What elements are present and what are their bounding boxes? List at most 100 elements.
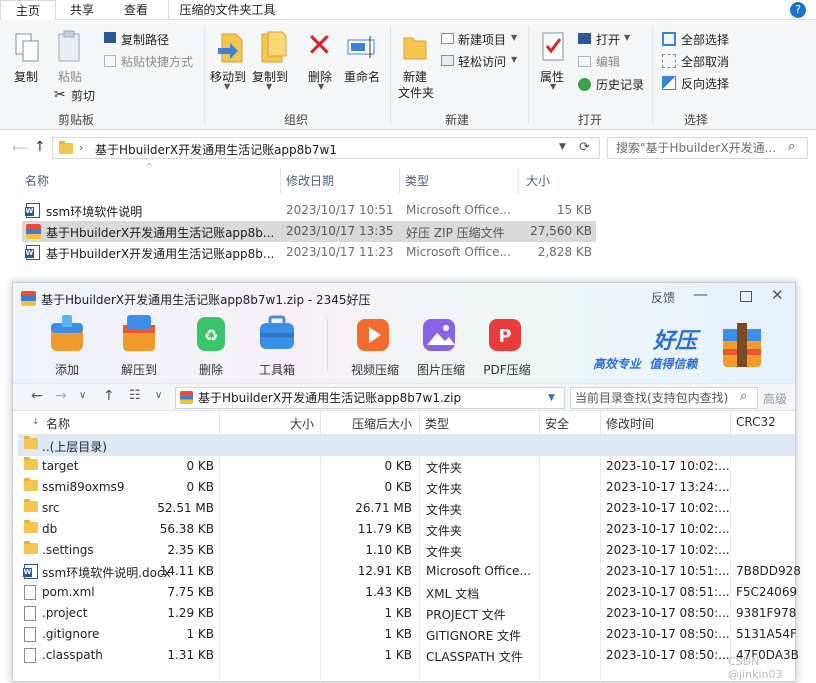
row-modified: 2023-10-17 10:02:... [606, 522, 730, 536]
invert-selection-button[interactable]: 反向选择 [681, 75, 729, 92]
archive-row[interactable]: .project 1.29 KB 1 KB PROJECT 文件 2023-10-17 … [18, 603, 797, 624]
column-divider[interactable] [219, 411, 220, 435]
file-row-selected[interactable]: 基于HbuilderX开发通用生活记账app8b... 2023/10/17 1… [22, 221, 596, 242]
image-compress-button[interactable]: 图片压缩 [406, 361, 476, 378]
file-row[interactable]: 基于HbuilderX开发通用生活记账app8b... 2023/10/17 1… [22, 242, 596, 263]
row-crc32: 7B8DD928 [736, 564, 801, 578]
close-icon[interactable]: ✕ [771, 286, 784, 304]
column-divider[interactable] [399, 168, 400, 194]
pdf-compress-button[interactable]: PDF压缩 [472, 361, 542, 378]
forward-arrow-icon[interactable]: → [55, 388, 67, 404]
column-name[interactable]: 名称 [25, 172, 49, 189]
archive-search-input[interactable]: 当前目录查找(支持包内查找) [570, 387, 758, 409]
open-button[interactable]: 打开 [596, 31, 620, 48]
view-mode-icon[interactable]: ☷ [129, 388, 141, 403]
help-icon[interactable]: ? [790, 2, 806, 18]
paste-shortcut-button[interactable]: 粘贴快捷方式 [121, 53, 193, 70]
up-arrow-icon[interactable]: ↑ [34, 139, 46, 155]
row-name: .gitignore [42, 627, 100, 641]
column-modified[interactable]: 修改时间 [606, 415, 654, 432]
advanced-search-button[interactable]: 高级 [763, 390, 787, 407]
add-icon[interactable] [47, 313, 87, 355]
select-all-button[interactable]: 全部选择 [681, 31, 729, 48]
column-divider[interactable] [730, 411, 731, 435]
feedback-link[interactable]: 反馈 [651, 289, 675, 306]
copy-path-button[interactable]: 复制路径 [121, 31, 169, 48]
video-compress-icon[interactable] [353, 313, 393, 355]
archive-row[interactable]: .classpath 1.31 KB 1 KB CLASSPATH 文件 2023-10… [18, 645, 799, 666]
column-packed-size[interactable]: 压缩后大小 [352, 415, 412, 432]
minimize-icon[interactable]: — [693, 285, 708, 303]
maximize-icon[interactable] [740, 291, 752, 302]
archive-row[interactable]: .gitignore 1 KB 1 KB GITIGNORE 文件 2023-10-17… [18, 624, 797, 645]
copy-button[interactable]: 复制 [14, 68, 38, 85]
back-arrow-icon[interactable]: ⟵ [12, 141, 29, 155]
column-divider[interactable] [320, 411, 321, 435]
tab-view[interactable]: 查看 [116, 0, 156, 20]
column-type[interactable]: 类型 [405, 172, 429, 189]
extract-to-icon[interactable] [119, 313, 159, 355]
cut-button[interactable]: 剪切 [71, 87, 95, 104]
image-compress-icon[interactable] [419, 313, 459, 355]
paste-button[interactable]: 粘贴 [58, 68, 82, 85]
search-input[interactable]: 搜索"基于HbuilderX开发通... [607, 137, 808, 159]
delete-button[interactable]: 删除 [176, 361, 246, 378]
new-folder-button[interactable]: 新建 [403, 68, 427, 85]
tab-compressed-folder-tools[interactable]: 压缩的文件夹工具 [168, 0, 286, 20]
row-name: .project [42, 606, 88, 620]
archive-row[interactable]: ssm环境软件说明.docx14.11 KB12.91 KBMicrosoft … [18, 561, 801, 582]
archive-row[interactable]: pom.xml 7.75 KB 1.43 KB XML 文档 2023-10-17 08… [18, 582, 797, 603]
history-button[interactable]: 历史记录 [596, 76, 644, 93]
refresh-icon[interactable]: ⟳ [579, 140, 590, 155]
column-type[interactable]: 类型 [425, 415, 449, 432]
address-bar[interactable]: › 基于HbuilderX开发通用生活记账app8b7w1 ▼ ⟳ [52, 137, 600, 159]
column-size[interactable]: 大小 [290, 415, 314, 432]
archive-row[interactable]: .settings 2.35 KB 1.10 KB 文件夹 2023-10-17 10:… [18, 540, 795, 561]
column-crc32[interactable]: CRC32 [736, 415, 776, 429]
column-divider[interactable] [280, 168, 281, 194]
archive-row[interactable]: src 52.51 MB 26.71 MB 文件夹 2023-10-17 10:02:.… [18, 498, 795, 519]
column-security[interactable]: 安全 [545, 415, 569, 432]
archive-row[interactable]: ssmi89oxms9 0 KB 0 KB 文件夹 2023-10-17 13:24:.… [18, 477, 795, 498]
archive-row[interactable]: target 0 KB 0 KB 文件夹 2023-10-17 10:02:... [18, 456, 795, 477]
file-row[interactable]: ssm环境软件说明 2023/10/17 10:51 Microsoft Off… [22, 200, 596, 221]
back-arrow-icon[interactable]: ← [31, 388, 43, 404]
history-dropdown-icon[interactable]: ∨ [79, 390, 86, 401]
extract-to-button[interactable]: 解压到 [104, 361, 174, 378]
edit-button[interactable]: 编辑 [596, 53, 620, 70]
toolbox-icon[interactable] [257, 313, 297, 355]
folder-icon [59, 141, 73, 154]
search-icon[interactable]: ⌕ [788, 139, 795, 154]
archive-path-field[interactable]: 基于HbuilderX开发通用生活记账app8b7w1.zip ▼ [175, 387, 565, 409]
pdf-compress-icon[interactable]: P [485, 313, 525, 355]
easy-access-icon [441, 55, 454, 66]
new-folder-button-line2[interactable]: 文件夹 [398, 84, 434, 101]
easy-access-button[interactable]: 轻松访问 [458, 53, 506, 70]
toolbox-button[interactable]: 工具箱 [242, 361, 312, 378]
new-item-button[interactable]: 新建项目 [458, 31, 506, 48]
column-divider[interactable] [518, 168, 519, 194]
delete-recycle-icon[interactable]: ♻ [191, 313, 231, 355]
tab-share[interactable]: 共享 [62, 0, 102, 20]
copy-icon[interactable] [14, 32, 40, 64]
add-button[interactable]: 添加 [32, 361, 102, 378]
select-none-icon [662, 54, 676, 68]
chevron-down-icon[interactable]: ▼ [559, 142, 566, 152]
column-divider[interactable] [600, 411, 601, 435]
select-none-button[interactable]: 全部取消 [681, 53, 729, 70]
view-dropdown-icon[interactable]: ∨ [155, 390, 162, 401]
row-crc32: 9381F978 [736, 606, 797, 620]
tab-home[interactable]: 主页 [0, 0, 56, 20]
parent-directory-row[interactable]: ..(上层目录) [18, 435, 795, 456]
column-divider[interactable] [419, 411, 420, 435]
chevron-down-icon[interactable]: ▼ [548, 388, 555, 408]
column-date[interactable]: 修改日期 [286, 172, 334, 189]
archive-row[interactable]: db 56.38 KB 11.79 KB 文件夹 2023-10-17 10:02:..… [18, 519, 795, 540]
video-compress-button[interactable]: 视频压缩 [340, 361, 410, 378]
search-icon[interactable]: ⌕ [740, 389, 747, 404]
rename-button[interactable]: 重命名 [344, 68, 380, 85]
column-divider[interactable] [539, 411, 540, 435]
column-size[interactable]: 大小 [526, 172, 550, 189]
column-name[interactable]: 名称 [46, 415, 70, 432]
up-arrow-icon[interactable]: ↑ [103, 388, 115, 404]
